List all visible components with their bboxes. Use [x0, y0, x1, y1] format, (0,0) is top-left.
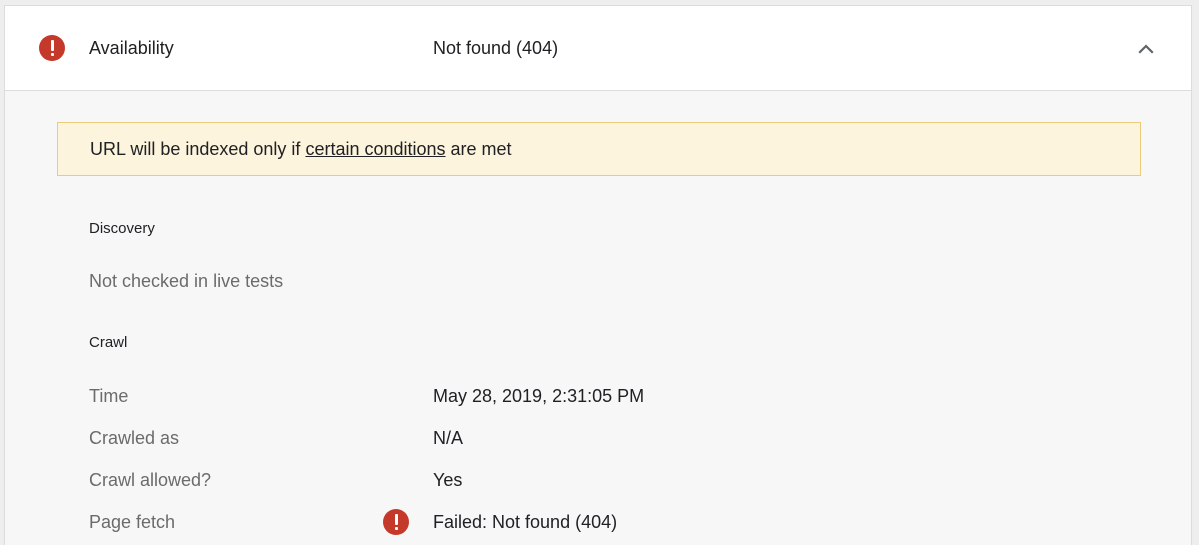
crawl-row-value: Yes: [433, 470, 463, 490]
crawl-title: Crawl: [89, 334, 128, 351]
crawl-row-label: Crawled as: [89, 428, 180, 448]
banner-text: URL will be indexed only if certain cond…: [90, 138, 512, 160]
availability-label: Availability: [89, 38, 174, 58]
availability-panel: Availability Not found (404) URL will be…: [4, 5, 1192, 545]
error-icon: [39, 35, 65, 61]
crawl-row-value: Failed: Not found (404): [433, 512, 618, 532]
banner-text-before: URL will be indexed only if: [90, 139, 306, 159]
discovery-message: Not checked in live tests: [89, 271, 284, 291]
chevron-up-icon[interactable]: [1137, 42, 1155, 54]
indexing-conditions-banner: URL will be indexed only if certain cond…: [57, 122, 1141, 176]
availability-value: Not found (404): [433, 38, 559, 58]
crawl-row-label: Page fetch: [89, 512, 176, 532]
availability-header[interactable]: Availability Not found (404): [5, 6, 1191, 91]
certain-conditions-link[interactable]: certain conditions: [305, 139, 445, 159]
discovery-title: Discovery: [89, 220, 155, 237]
banner-text-after: are met: [445, 139, 512, 159]
crawl-row-label: Time: [89, 386, 129, 406]
error-icon: [383, 509, 409, 535]
crawl-row-value: May 28, 2019, 2:31:05 PM: [433, 386, 645, 406]
crawl-row-label: Crawl allowed?: [89, 470, 212, 490]
crawl-row-value: N/A: [433, 428, 464, 448]
